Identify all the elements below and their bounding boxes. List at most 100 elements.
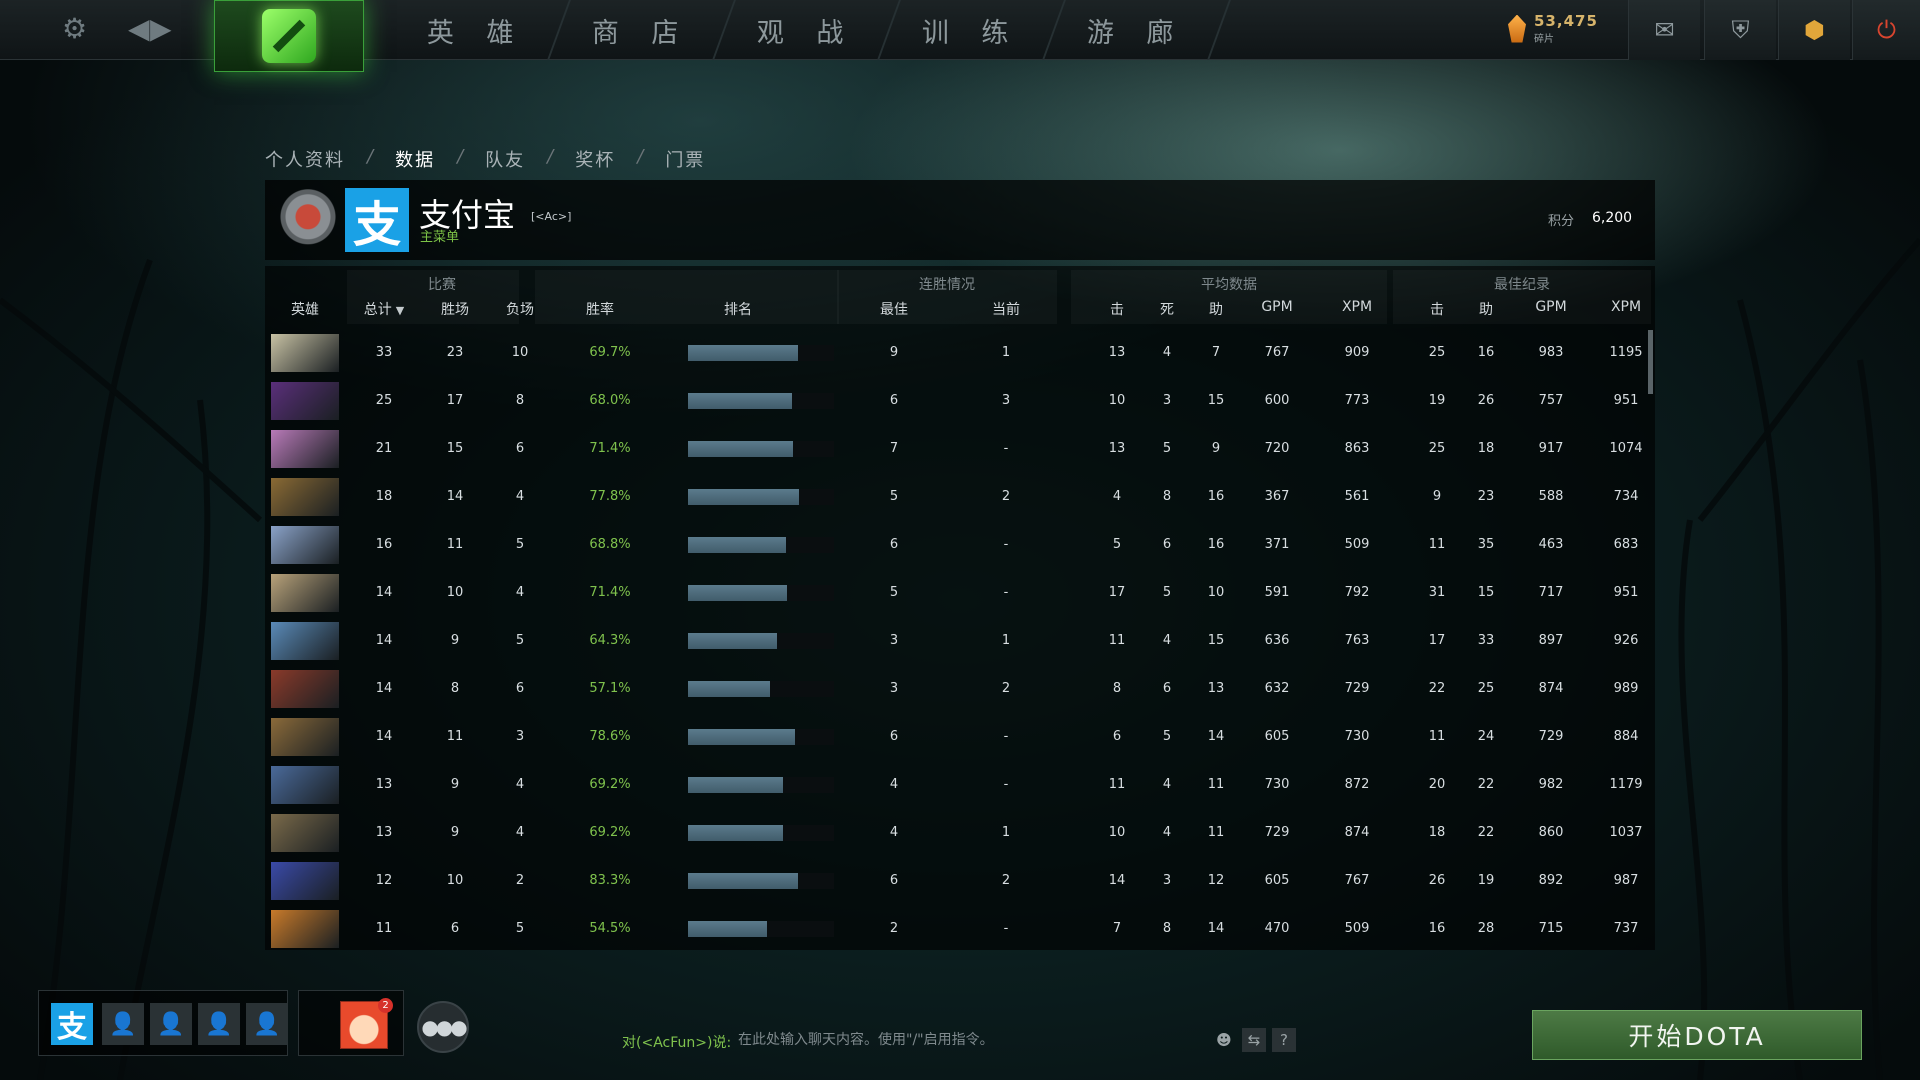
groups-icon[interactable]: ●●● [417, 1001, 469, 1053]
col-wins[interactable]: 胜场 [420, 299, 490, 319]
cell-current-streak: - [1003, 584, 1009, 600]
tab-store[interactable]: 商 店 [549, 0, 736, 60]
profile-header: 支 支付宝 [<Ac>] 主菜单 积分 6,200 [265, 180, 1655, 260]
party-empty-slot-icon[interactable]: 👤 [246, 1003, 288, 1045]
forward-arrow-icon[interactable]: ▶ [150, 12, 172, 45]
col-best-assists[interactable]: 助 [1466, 299, 1506, 319]
tab-learn[interactable]: 训 练 [879, 0, 1066, 60]
col-total[interactable]: 总计 ▼ [349, 299, 419, 319]
cell-current-streak: 1 [1001, 344, 1011, 360]
crumb-tickets[interactable]: 门票 [665, 146, 705, 172]
cell-avg-xpm: 509 [1344, 536, 1370, 552]
translate-icon[interactable]: ⇆ [1242, 1028, 1266, 1052]
cell-best-streak: 5 [889, 584, 899, 600]
chat-input[interactable] [738, 1026, 1198, 1054]
col-avg-kills[interactable]: 击 [1097, 299, 1137, 319]
score-value: 6,200 [1592, 210, 1633, 226]
crumb-separator: / [457, 146, 464, 167]
shards-counter[interactable]: 53,475 碎片 [1508, 12, 1598, 45]
col-rank[interactable]: 排名 [703, 299, 773, 319]
tab-heroes[interactable]: 英 雄 [384, 0, 571, 60]
cell-winrate: 68.0% [589, 392, 631, 408]
hero-portrait[interactable] [271, 910, 339, 948]
table-row[interactable]: 12 10 2 83.3% 6 2 14 3 12 605 767 26 19 892 987 [265, 856, 1645, 904]
table-row[interactable]: 14 10 4 71.4% 5 - 17 5 10 591 792 31 15 717 951 [265, 568, 1645, 616]
hero-portrait[interactable] [271, 574, 339, 612]
col-avg-gpm[interactable]: GPM [1247, 299, 1307, 315]
table-row[interactable]: 18 14 4 77.8% 5 2 4 8 16 367 561 9 23 588 734 [265, 472, 1645, 520]
table-row[interactable]: 14 11 3 78.6% 6 - 6 5 14 605 730 11 24 729 884 [265, 712, 1645, 760]
scrollbar[interactable] [1648, 330, 1653, 394]
hero-portrait[interactable] [271, 814, 339, 852]
power-icon[interactable]: ⏻ [1852, 0, 1920, 60]
table-row[interactable]: 11 6 5 54.5% 2 - 7 8 14 470 509 16 28 715 737 [265, 904, 1645, 952]
cell-avg-kills: 17 [1108, 584, 1126, 600]
cell-best-xpm: 951 [1613, 584, 1639, 600]
col-avg-xpm[interactable]: XPM [1327, 299, 1387, 315]
armory-icon[interactable]: ⛨ [1704, 0, 1776, 60]
hero-portrait[interactable] [271, 862, 339, 900]
col-hero[interactable]: 英雄 [265, 299, 345, 319]
table-row[interactable]: 25 17 8 68.0% 6 3 10 3 15 600 773 19 26 757 951 [265, 376, 1645, 424]
play-dota-button[interactable]: 开始DOTA [1532, 1010, 1862, 1060]
hero-portrait[interactable] [271, 382, 339, 420]
hero-portrait[interactable] [271, 334, 339, 372]
chat-target-label[interactable]: 对(<AcFun>)说: [622, 1032, 731, 1052]
table-row[interactable]: 14 9 5 64.3% 3 1 11 4 15 636 763 17 33 897 926 [265, 616, 1645, 664]
party-empty-slot-icon[interactable]: 👤 [198, 1003, 240, 1045]
crumb-profile[interactable]: 个人资料 [265, 146, 345, 172]
gear-icon[interactable]: ⚙ [62, 12, 87, 45]
hero-portrait[interactable] [271, 622, 339, 660]
help-icon[interactable]: ? [1272, 1028, 1296, 1052]
tab-arcade[interactable]: 游 廊 [1044, 0, 1231, 60]
table-row[interactable]: 16 11 5 68.8% 6 - 5 6 16 371 509 11 35 463 683 [265, 520, 1645, 568]
hero-portrait[interactable] [271, 766, 339, 804]
hero-portrait[interactable] [271, 670, 339, 708]
cell-wins: 11 [446, 536, 464, 552]
breadcrumb: 个人资料 / 数据 / 队友 / 奖杯 / 门票 [265, 146, 705, 172]
cell-avg-kills: 13 [1108, 440, 1126, 456]
emoji-icon[interactable]: ☻ [1212, 1028, 1236, 1052]
col-winrate[interactable]: 胜率 [565, 299, 635, 319]
hero-portrait[interactable] [271, 718, 339, 756]
table-row[interactable]: 14 8 6 57.1% 3 2 8 6 13 632 729 22 25 874 989 [265, 664, 1645, 712]
cell-avg-kills: 11 [1108, 776, 1126, 792]
rank-bar-fill [688, 633, 778, 649]
cell-winrate: 69.2% [589, 776, 631, 792]
hero-portrait[interactable] [271, 478, 339, 516]
cell-best-xpm: 734 [1613, 488, 1639, 504]
group-matches: 比赛 [428, 277, 456, 293]
cell-winrate: 77.8% [589, 488, 631, 504]
party-self-avatar[interactable]: 支 [51, 1003, 93, 1045]
col-best-streak[interactable]: 最佳 [859, 299, 929, 319]
party-empty-slot-icon[interactable]: 👤 [150, 1003, 192, 1045]
table-row[interactable]: 21 15 6 71.4% 7 - 13 5 9 720 863 25 18 917 1074 [265, 424, 1645, 472]
col-best-xpm[interactable]: XPM [1596, 299, 1656, 315]
hero-portrait[interactable] [271, 430, 339, 468]
cell-avg-gpm: 605 [1264, 728, 1290, 744]
table-row[interactable]: 13 9 4 69.2% 4 - 11 4 11 730 872 20 22 982 1179 [265, 760, 1645, 808]
col-best-kills[interactable]: 击 [1417, 299, 1457, 319]
hero-portrait[interactable] [271, 526, 339, 564]
cell-best-kills: 20 [1428, 776, 1446, 792]
cell-total: 33 [375, 344, 393, 360]
col-best-gpm[interactable]: GPM [1521, 299, 1581, 315]
col-losses[interactable]: 负场 [485, 299, 555, 319]
dota-logo-button[interactable] [214, 0, 364, 72]
table-row[interactable]: 13 9 4 69.2% 4 1 10 4 11 729 874 18 22 860 1037 [265, 808, 1645, 856]
party-empty-slot-icon[interactable]: 👤 [102, 1003, 144, 1045]
col-avg-assists[interactable]: 助 [1196, 299, 1236, 319]
crumb-separator: / [547, 146, 554, 167]
dota-plus-icon[interactable]: ⬢ [1778, 0, 1850, 60]
crumb-trophies[interactable]: 奖杯 [575, 146, 615, 172]
back-arrow-icon[interactable]: ◀ [128, 12, 150, 45]
crumb-teammates[interactable]: 队友 [485, 146, 525, 172]
col-current-streak[interactable]: 当前 [971, 299, 1041, 319]
mail-icon[interactable]: ✉ [1628, 0, 1700, 60]
col-avg-deaths[interactable]: 死 [1147, 299, 1187, 319]
crumb-stats[interactable]: 数据 [395, 146, 435, 172]
tab-watch[interactable]: 观 战 [714, 0, 901, 60]
avatar[interactable]: 支 [345, 188, 409, 253]
cell-avg-gpm: 767 [1264, 344, 1290, 360]
table-row[interactable]: 33 23 10 69.7% 9 1 13 4 7 767 909 25 16 983 1195 [265, 328, 1645, 376]
